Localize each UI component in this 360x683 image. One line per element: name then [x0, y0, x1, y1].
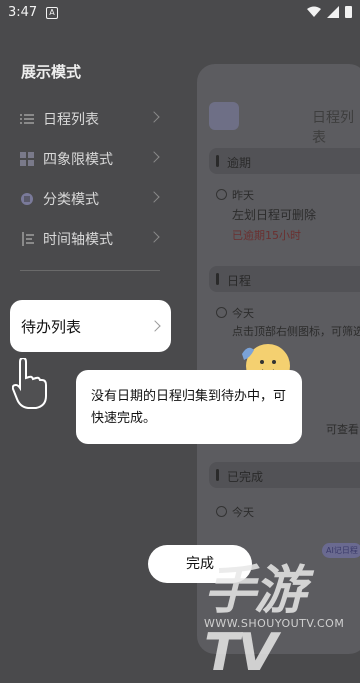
menu-item-label: 四象限模式	[43, 152, 113, 168]
chevron-right-icon	[148, 111, 160, 123]
menu-item-list[interactable]: 日程列表	[20, 105, 160, 133]
checkbox-icon	[216, 506, 227, 517]
item-status: 已逾期15小时	[232, 229, 301, 242]
item-date: 今天	[232, 506, 254, 519]
item-date: 今天	[232, 307, 254, 320]
status-right	[307, 6, 352, 18]
checkbox-icon	[216, 189, 227, 200]
section-label: 逾期	[227, 156, 252, 170]
status-bar: 3:47 A	[0, 0, 360, 26]
list-icon	[20, 112, 34, 126]
section-bar	[216, 155, 219, 167]
item-title: 左划日程可删除	[232, 208, 317, 222]
menu-item-category[interactable]: 分类模式	[20, 185, 160, 213]
menu-item-label: 待办列表	[21, 318, 82, 336]
tooltip: 没有日期的日程归集到待办中，可快速完成。	[76, 370, 302, 444]
item-title: 点击顶部右侧图标，可筛选	[232, 325, 360, 338]
item-date: 昨天	[232, 189, 254, 202]
timeline-icon	[20, 232, 34, 246]
quadrant-icon	[20, 152, 34, 166]
menu-item-label: 时间轴模式	[43, 232, 113, 248]
section-bar	[216, 273, 219, 285]
chevron-right-icon	[148, 191, 160, 203]
menu-item-todo[interactable]: 待办列表	[10, 300, 171, 352]
battery-icon	[345, 6, 352, 18]
section-label: 日程	[227, 274, 252, 288]
menu-item-quadrant[interactable]: 四象限模式	[20, 145, 160, 173]
tooltip-text: 没有日期的日程归集到待办中，可快速完成。	[91, 389, 287, 426]
watermark-url: WWW.SHOUYOUTV.COM	[204, 617, 345, 630]
category-icon	[20, 192, 34, 206]
background-title: 日程列表	[312, 110, 354, 146]
signal-icon	[327, 6, 339, 18]
section-done: 已完成	[209, 462, 360, 488]
notification-a-icon: A	[46, 7, 58, 19]
section-overdue: 逾期	[209, 148, 360, 174]
section-schedule: 日程	[209, 266, 360, 292]
menu-item-label: 分类模式	[43, 192, 99, 208]
chevron-right-icon	[148, 231, 160, 243]
hand-pointer-icon	[12, 358, 47, 409]
chevron-right-icon	[149, 320, 161, 332]
watermark-logo: 手游TV	[204, 561, 306, 683]
drawer-title: 展示模式	[21, 63, 82, 81]
section-bar	[216, 469, 219, 481]
menu-item-timeline[interactable]: 时间轴模式	[20, 225, 160, 253]
grid-icon	[209, 102, 239, 130]
wifi-icon	[307, 6, 321, 17]
drawer-divider	[20, 270, 160, 271]
chevron-right-icon	[148, 151, 160, 163]
checkbox-icon	[216, 307, 227, 318]
menu-item-label: 日程列表	[43, 112, 99, 128]
section-label: 已完成	[227, 470, 264, 484]
item-text: 可查看	[326, 423, 359, 436]
status-time: 3:47	[8, 5, 38, 20]
